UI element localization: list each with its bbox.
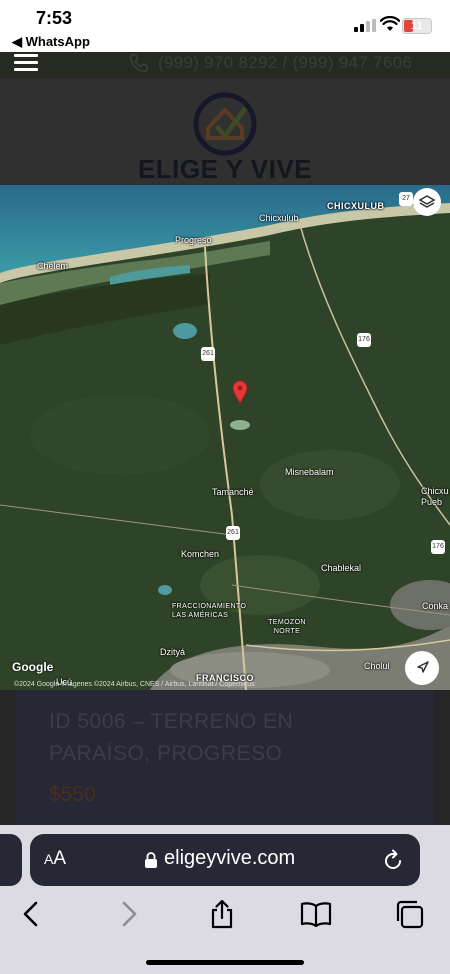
road-shield: 261: [201, 347, 215, 361]
map-label: Tamanché: [212, 487, 254, 497]
lock-icon: [145, 852, 157, 868]
home-indicator[interactable]: [146, 960, 304, 965]
map-label: Chablekal: [321, 563, 362, 573]
signal-icon: [354, 19, 376, 32]
back-to-app-link[interactable]: ◀ WhatsApp: [12, 34, 90, 50]
road-shield: 261: [226, 526, 240, 540]
satellite-map[interactable]: 27 261 176 261 176 Chicxulub CHICXULUB P…: [0, 185, 450, 690]
road-shield: 27: [399, 192, 413, 206]
back-icon[interactable]: [16, 898, 48, 930]
logo-text: ELIGE Y VIVE: [137, 154, 313, 184]
previous-tab-preview[interactable]: [0, 834, 22, 886]
battery-icon: 11: [402, 18, 432, 34]
logo-mark[interactable]: [190, 88, 260, 158]
map-label: Chicxulub: [259, 213, 299, 223]
menu-icon[interactable]: [14, 54, 40, 72]
status-time: 7:53: [36, 8, 73, 28]
bookmarks-icon[interactable]: [300, 898, 332, 930]
browser-toolbar: AAAA eligeyvive.com: [0, 825, 450, 974]
map-label: Conka: [422, 601, 449, 611]
reader-options-button[interactable]: AAAA: [44, 848, 66, 870]
map-pin-icon[interactable]: [232, 380, 248, 404]
status-bar: 7:53 ◀ WhatsApp 11: [0, 0, 450, 52]
road-shield: 176: [431, 540, 445, 554]
map-label: Dzityá: [160, 647, 186, 657]
screen: 7:53 ◀ WhatsApp 11 (999) 970 8292 / (999…: [0, 0, 450, 974]
map-label: Cholul: [364, 661, 390, 671]
listing-price: $550: [49, 783, 96, 806]
layers-icon: [418, 195, 436, 208]
map-copyright[interactable]: ©2024 Google Imágenes ©2024 Airbus, CNES…: [14, 681, 255, 688]
map-label: CHICXULUB: [327, 201, 385, 211]
forward-icon[interactable]: [112, 898, 144, 930]
phone-numbers[interactable]: (999) 970 8292 / (999) 947 7606: [158, 53, 412, 73]
map-label: Progreso: [175, 235, 212, 245]
listing-title: ID 5006 – TERRENO EN PARAÍSO, PROGRESO: [49, 710, 294, 765]
map-label: FRACCIONAMIENTO LAS AMÉRICAS: [172, 603, 247, 619]
location-arrow-icon: [417, 661, 429, 673]
map-label: TEMOZON NORTE: [268, 619, 306, 635]
google-logo: Google: [12, 660, 54, 674]
share-icon[interactable]: [206, 898, 238, 930]
map-label: Misnebalam: [285, 467, 334, 477]
logo-area: ELIGE Y VIVE: [0, 78, 450, 185]
wifi-icon: [380, 16, 400, 31]
site-topbar: (999) 970 8292 / (999) 947 7606: [0, 52, 450, 78]
url-text[interactable]: eligeyvive.com: [164, 847, 295, 870]
map-label: Chelem: [37, 261, 69, 271]
map-layers-button[interactable]: [413, 188, 441, 216]
map-label: Chicxu Pueb: [421, 486, 449, 507]
address-bar[interactable]: AAAA eligeyvive.com: [30, 834, 420, 886]
phone-icon[interactable]: [128, 52, 150, 74]
road-shield: 176: [357, 333, 371, 347]
listing-card: ID 5006 – TERRENO EN PARAÍSO, PROGRESO $…: [16, 690, 434, 830]
reload-icon[interactable]: [381, 848, 405, 872]
locate-button[interactable]: [405, 651, 439, 685]
battery-percent: 11: [411, 20, 423, 32]
map-label: Komchen: [181, 549, 220, 559]
tabs-icon[interactable]: [394, 898, 426, 930]
